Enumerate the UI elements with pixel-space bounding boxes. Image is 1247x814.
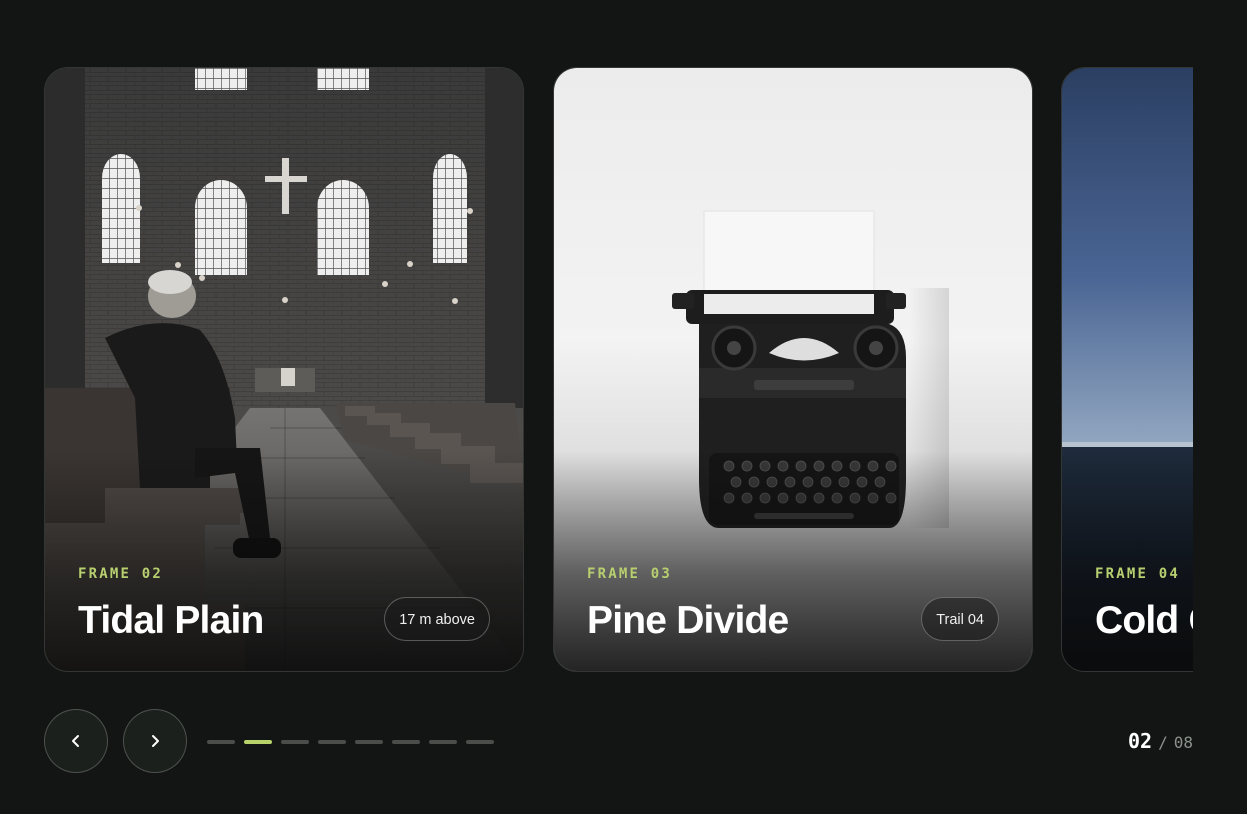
pagination-dot[interactable]	[392, 740, 420, 744]
slide-counter-total: 08	[1173, 733, 1193, 752]
pagination-dot[interactable]	[355, 740, 383, 744]
card-badge: 17 m above	[384, 597, 490, 641]
chevron-left-icon	[72, 735, 79, 747]
slide-counter: 02 / 08	[1128, 729, 1193, 753]
prev-button[interactable]	[44, 709, 108, 773]
carousel-section: FRAME 02 Tidal Plain 17 m above FRAME 03…	[0, 0, 1247, 814]
slide-counter-current: 02	[1128, 729, 1153, 753]
pagination-dot-active[interactable]	[244, 740, 272, 744]
carousel-card[interactable]: FRAME 02 Tidal Plain 17 m above	[44, 67, 524, 672]
card-title: Tidal Plain	[78, 599, 264, 642]
frame-label: FRAME 02	[78, 566, 164, 582]
pagination-dot[interactable]	[207, 740, 235, 744]
carousel-card[interactable]: FRAME 04 Cold C	[1061, 67, 1193, 672]
pagination-dot[interactable]	[466, 740, 494, 744]
pagination-dot[interactable]	[281, 740, 309, 744]
card-title: Cold C	[1095, 599, 1193, 642]
slide-counter-separator: /	[1158, 733, 1168, 752]
pagination-dot[interactable]	[429, 740, 457, 744]
card-title: Pine Divide	[587, 599, 789, 642]
pagination-dot[interactable]	[318, 740, 346, 744]
frame-label: FRAME 04	[1095, 566, 1181, 582]
chevron-right-icon	[152, 735, 159, 747]
next-button[interactable]	[123, 709, 187, 773]
card-badge: Trail 04	[921, 597, 999, 641]
carousel-track[interactable]: FRAME 02 Tidal Plain 17 m above FRAME 03…	[0, 0, 1193, 700]
carousel-card[interactable]: FRAME 03 Pine Divide Trail 04	[553, 67, 1033, 672]
pagination-dots	[207, 740, 494, 744]
frame-label: FRAME 03	[587, 566, 673, 582]
